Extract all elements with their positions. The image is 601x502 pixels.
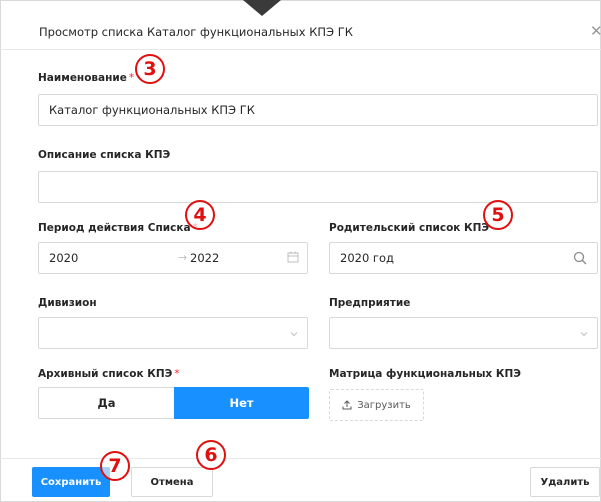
archive-yes-option[interactable]: Да <box>38 387 174 419</box>
period-start-value[interactable]: 2020 <box>49 251 78 265</box>
division-select[interactable] <box>38 317 308 349</box>
annotation-badge: 5 <box>483 200 513 230</box>
parent-list-value: 2020 год <box>340 251 394 265</box>
matrix-label: Матрица функциональных КПЭ <box>329 368 521 380</box>
dialog-title: Просмотр списка Каталог функциональных К… <box>39 25 353 39</box>
delete-button[interactable]: Удалить <box>530 467 600 497</box>
upload-button[interactable]: Загрузить <box>329 389 424 421</box>
description-field[interactable] <box>38 171 598 203</box>
cancel-button[interactable]: Отмена <box>131 467 213 497</box>
parent-list-label: Родительский список КПЭ <box>329 222 490 234</box>
period-end-value[interactable]: 2022 <box>190 251 219 265</box>
archive-label: Архивный список КПЭ * <box>38 368 180 380</box>
period-label: Период действия Списка* <box>38 222 198 234</box>
period-range-picker[interactable]: 2020 → 2022 <box>38 242 308 274</box>
calendar-icon <box>287 251 299 263</box>
name-field[interactable]: Каталог функциональных КПЭ ГК <box>38 94 598 126</box>
required-mark: * <box>174 368 180 380</box>
enterprise-label: Предприятие <box>329 297 411 309</box>
annotation-badge: 4 <box>185 200 215 230</box>
upload-label: Загрузить <box>357 399 411 411</box>
archive-no-option[interactable]: Нет <box>174 387 309 419</box>
name-field-value: Каталог функциональных КПЭ ГК <box>49 103 255 117</box>
save-button[interactable]: Сохранить <box>32 467 110 497</box>
division-label: Дивизион <box>38 297 97 309</box>
description-label: Описание списка КПЭ <box>38 149 171 161</box>
chevron-down-icon <box>290 332 298 337</box>
footer-divider <box>0 458 601 459</box>
enterprise-select[interactable] <box>329 317 598 349</box>
dialog-header: Просмотр списка Каталог функциональных К… <box>0 17 601 50</box>
name-label: Наименование * <box>38 72 135 84</box>
required-mark: * <box>128 72 135 84</box>
annotation-badge: 7 <box>100 451 130 481</box>
annotation-badge: 3 <box>135 54 165 84</box>
chevron-down-icon <box>580 332 588 337</box>
range-arrow-icon: → <box>178 251 188 264</box>
pointer-arrow <box>243 0 281 16</box>
close-icon[interactable]: ✕ <box>590 22 601 40</box>
upload-icon <box>342 400 352 410</box>
search-icon[interactable] <box>573 251 587 265</box>
annotation-badge: 6 <box>196 440 226 470</box>
parent-list-field[interactable]: 2020 год <box>329 242 598 274</box>
